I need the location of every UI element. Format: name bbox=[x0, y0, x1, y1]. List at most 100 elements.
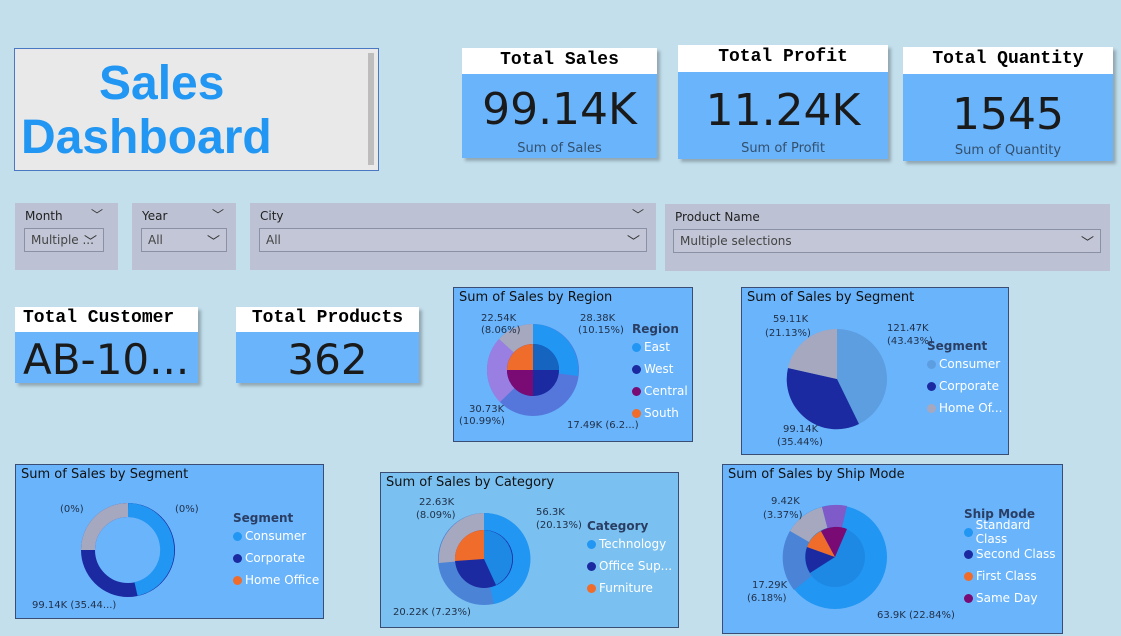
data-label: (10.15%) bbox=[578, 325, 624, 336]
donut-arc-consumer[interactable] bbox=[127, 503, 175, 596]
month-dropdown[interactable]: Multiple ... ﹀ bbox=[24, 228, 104, 252]
kpi-total-quantity[interactable]: Total Quantity 1545 Sum of Quantity bbox=[903, 47, 1113, 161]
data-label: 22.54K bbox=[481, 313, 517, 324]
legend-label: South bbox=[644, 406, 679, 420]
data-label: (20.13%) bbox=[536, 520, 582, 531]
legend-label: Technology bbox=[599, 537, 667, 551]
legend: Ship Mode Standard Class Second Class Fi… bbox=[964, 507, 1062, 609]
kpi-header: Total Customer bbox=[15, 307, 198, 332]
legend-dot bbox=[233, 531, 242, 541]
donut-arc-home-office[interactable] bbox=[81, 503, 129, 551]
data-label: 28.38K bbox=[580, 313, 616, 324]
kpi-subtitle: Sum of Quantity bbox=[954, 143, 1062, 158]
slicer-product-name[interactable]: Product Name Multiple selections ﹀ bbox=[665, 204, 1110, 271]
data-label: 63.9K (22.84%) bbox=[877, 610, 955, 621]
legend: Category Technology Office Sup... Furnit… bbox=[587, 519, 672, 599]
scrollbar[interactable] bbox=[368, 53, 374, 165]
legend-item[interactable]: Same Day bbox=[964, 587, 1062, 609]
chevron-down-icon: ﹀ bbox=[206, 235, 220, 250]
legend-dot bbox=[632, 408, 641, 418]
legend-title: Region bbox=[632, 322, 679, 336]
chart-sales-by-category[interactable]: Sum of Sales by Category 56.3K (20.13%) … bbox=[380, 472, 679, 628]
slicer-label: City bbox=[260, 209, 284, 223]
legend-item[interactable]: South bbox=[632, 402, 688, 424]
chevron-down-icon: ﹀ bbox=[83, 235, 97, 250]
dropdown-value: All bbox=[148, 233, 163, 247]
data-label: (8.06%) bbox=[481, 325, 521, 336]
kpi-value: 11.24K bbox=[705, 85, 861, 136]
slicer-label: Month bbox=[25, 209, 63, 223]
legend-item[interactable]: Second Class bbox=[964, 543, 1062, 565]
data-label: 20.22K (7.23%) bbox=[393, 607, 471, 618]
legend-label: Second Class bbox=[976, 547, 1056, 561]
legend-title: Category bbox=[587, 519, 649, 533]
title-line-2: Dashboard bbox=[21, 111, 272, 164]
kpi-total-customer[interactable]: Total Customer AB-10... bbox=[15, 307, 198, 384]
legend-dot bbox=[632, 386, 641, 396]
legend-item[interactable]: Central bbox=[632, 380, 688, 402]
year-dropdown[interactable]: All ﹀ bbox=[141, 228, 227, 252]
legend-item[interactable]: East bbox=[632, 336, 688, 358]
kpi-total-products[interactable]: Total Products 362 bbox=[236, 307, 419, 384]
data-label: (0%) bbox=[175, 504, 199, 515]
legend-item[interactable]: Standard Class bbox=[964, 518, 1062, 546]
legend-label: Office Sup... bbox=[599, 559, 673, 573]
legend-title: Segment bbox=[233, 511, 294, 525]
legend-item[interactable]: Home Office bbox=[233, 569, 319, 591]
legend-item[interactable]: First Class bbox=[964, 565, 1062, 587]
data-label: (8.09%) bbox=[416, 510, 456, 521]
data-label: 17.49K (6.2...) bbox=[567, 420, 639, 431]
legend-dot bbox=[587, 539, 596, 549]
legend-item[interactable]: Corporate bbox=[927, 375, 1003, 397]
legend-dot bbox=[632, 342, 641, 352]
kpi-value: AB-10... bbox=[23, 335, 190, 384]
kpi-header: Total Products bbox=[236, 307, 419, 332]
legend-dot bbox=[927, 403, 936, 413]
legend-item[interactable]: Corporate bbox=[233, 547, 319, 569]
legend-item[interactable]: Consumer bbox=[927, 353, 1003, 375]
kpi-total-sales[interactable]: Total Sales 99.14K Sum of Sales bbox=[462, 48, 657, 158]
chart-sales-by-segment[interactable]: Sum of Sales by Segment 121.47K (43.43%)… bbox=[741, 287, 1009, 455]
kpi-total-profit[interactable]: Total Profit 11.24K Sum of Profit bbox=[678, 45, 888, 159]
legend-item[interactable]: Office Sup... bbox=[587, 555, 672, 577]
legend-dot bbox=[964, 527, 973, 537]
legend-title: Segment bbox=[927, 339, 988, 353]
data-label: 99.14K bbox=[783, 424, 819, 435]
data-label: 99.14K (35.44...) bbox=[32, 600, 117, 611]
chart-sales-by-ship-mode[interactable]: Sum of Sales by Ship Mode 9.42K (3.37%) … bbox=[722, 464, 1063, 634]
legend-dot bbox=[233, 575, 242, 585]
slicer-city[interactable]: City ﹀ All ﹀ bbox=[250, 203, 656, 270]
chevron-down-icon[interactable]: ﹀ bbox=[212, 206, 224, 223]
legend-dot bbox=[964, 571, 973, 581]
legend: Region East West Central South bbox=[632, 322, 688, 424]
legend-dot bbox=[587, 561, 596, 571]
city-dropdown[interactable]: All ﹀ bbox=[259, 228, 647, 252]
kpi-subtitle: Sum of Profit bbox=[741, 141, 825, 156]
legend-item[interactable]: West bbox=[632, 358, 688, 380]
legend-dot bbox=[587, 583, 596, 593]
legend-label: Consumer bbox=[939, 357, 1001, 371]
legend-item[interactable]: Technology bbox=[587, 533, 672, 555]
legend-item[interactable]: Furniture bbox=[587, 577, 672, 599]
legend-label: Home Office bbox=[245, 573, 320, 587]
slicer-month[interactable]: Month ﹀ Multiple ... ﹀ bbox=[15, 203, 118, 270]
legend-dot bbox=[964, 549, 973, 559]
chevron-down-icon: ﹀ bbox=[1080, 236, 1094, 251]
chart-sales-by-region[interactable]: Sum of Sales by Region 28.38K (10.15%) 2… bbox=[453, 287, 693, 442]
kpi-value: 99.14K bbox=[482, 84, 637, 135]
legend-label: Central bbox=[644, 384, 688, 398]
slicer-year[interactable]: Year ﹀ All ﹀ bbox=[132, 203, 236, 270]
kpi-header: Total Profit bbox=[678, 45, 888, 72]
product-dropdown[interactable]: Multiple selections ﹀ bbox=[673, 229, 1101, 253]
data-label: (10.99%) bbox=[459, 416, 505, 427]
chart-sales-by-segment-donut[interactable]: Sum of Sales by Segment (0%) (0%) 99.14K… bbox=[15, 464, 324, 619]
legend-item[interactable]: Home Of... bbox=[927, 397, 1003, 419]
legend: Segment Consumer Corporate Home Of... bbox=[927, 339, 1003, 419]
chevron-down-icon[interactable]: ﹀ bbox=[632, 206, 644, 223]
slicer-label: Product Name bbox=[675, 210, 760, 224]
legend-item[interactable]: Consumer bbox=[233, 525, 319, 547]
kpi-header: Total Sales bbox=[462, 48, 657, 74]
chevron-down-icon[interactable]: ﹀ bbox=[91, 206, 103, 223]
data-label: 9.42K bbox=[771, 496, 800, 507]
legend-label: East bbox=[644, 340, 670, 354]
